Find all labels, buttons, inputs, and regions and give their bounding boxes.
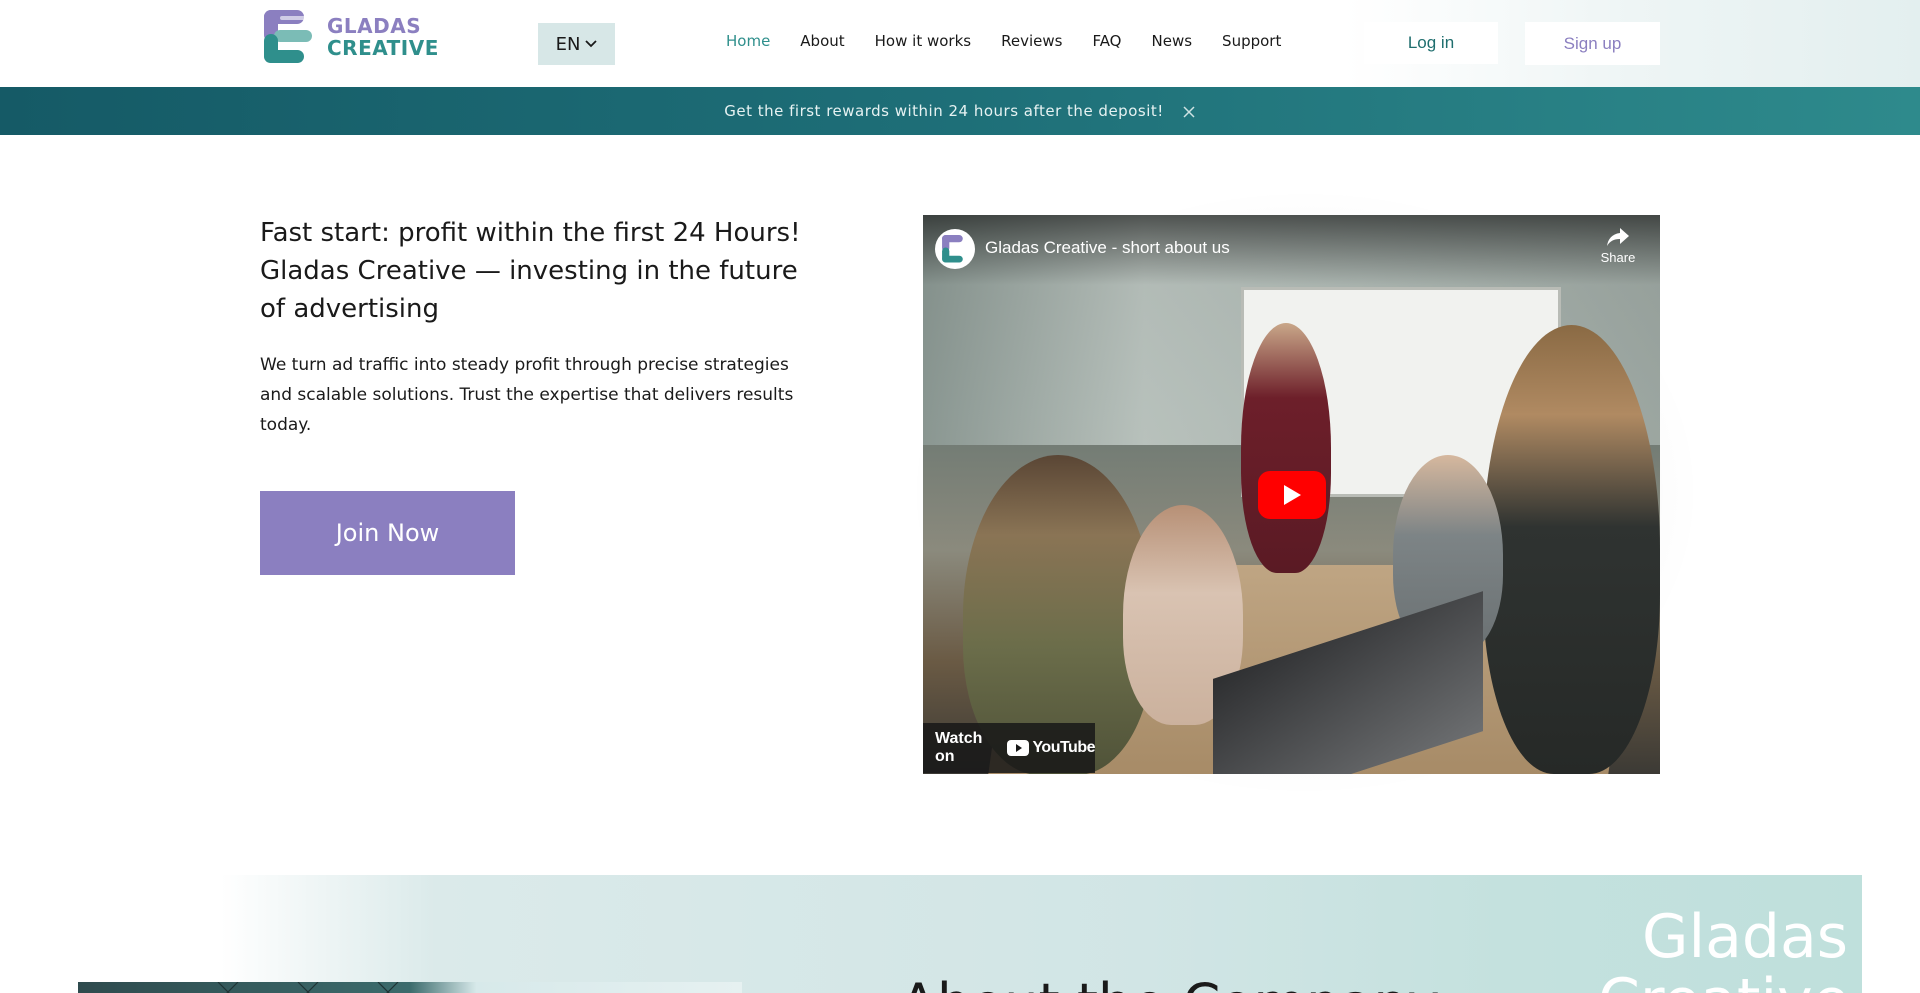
nav-news[interactable]: News (1152, 32, 1193, 50)
watch-on-label: Watch on (935, 730, 983, 765)
about-section: Gladas Creative About the Company (78, 875, 1862, 993)
site-header: GLADAS CREATIVE EN Home About How it wor… (0, 0, 1920, 87)
main-nav: Home About How it works Reviews FAQ News… (726, 32, 1311, 50)
language-label: EN (555, 33, 581, 55)
join-now-button[interactable]: Join Now (260, 491, 515, 575)
hero-description: We turn ad traffic into steady profit th… (260, 355, 794, 435)
play-icon (1284, 485, 1301, 505)
play-button[interactable] (1258, 471, 1326, 519)
hero-title: Fast start: profit within the first 24 H… (260, 218, 801, 324)
watch-on-youtube-button[interactable]: Watch on YouTube (923, 723, 1095, 773)
nav-about[interactable]: About (800, 32, 844, 50)
logo-line2: CREATIVE (327, 36, 439, 60)
language-selector[interactable]: EN (538, 23, 615, 65)
about-brand-text: Gladas Creative (1598, 902, 1850, 993)
channel-avatar[interactable] (935, 229, 975, 269)
video-title[interactable]: Gladas Creative - short about us (985, 238, 1230, 258)
promo-banner-text: Get the first rewards within 24 hours af… (724, 102, 1164, 120)
signup-button[interactable]: Sign up (1525, 22, 1660, 65)
video-player[interactable]: Gladas Creative - short about us Share W… (923, 215, 1660, 774)
logo[interactable]: GLADAS CREATIVE (260, 8, 439, 66)
youtube-icon (1007, 740, 1030, 756)
about-image (78, 982, 742, 993)
logo-mark-icon (260, 8, 318, 66)
chevron-down-icon (585, 40, 598, 48)
login-button[interactable]: Log in (1364, 22, 1498, 64)
nav-how-it-works[interactable]: How it works (875, 32, 971, 50)
promo-banner: Get the first rewards within 24 hours af… (0, 87, 1920, 135)
about-heading: About the Company (900, 972, 1440, 993)
share-label: Share (1600, 250, 1636, 265)
video-scene-person (1483, 325, 1660, 774)
nav-home[interactable]: Home (726, 32, 770, 50)
close-icon[interactable] (1182, 104, 1196, 118)
nav-faq[interactable]: FAQ (1092, 32, 1121, 50)
share-icon (1607, 228, 1629, 246)
share-button[interactable]: Share (1593, 227, 1643, 265)
logo-line1: GLADAS (327, 14, 422, 38)
youtube-wordmark: YouTube (1032, 739, 1095, 756)
nav-reviews[interactable]: Reviews (1001, 32, 1062, 50)
nav-support[interactable]: Support (1222, 32, 1281, 50)
youtube-logo: YouTube (1007, 739, 1095, 757)
video-scene-person (1241, 323, 1331, 573)
logo-text: GLADAS CREATIVE (327, 15, 439, 59)
